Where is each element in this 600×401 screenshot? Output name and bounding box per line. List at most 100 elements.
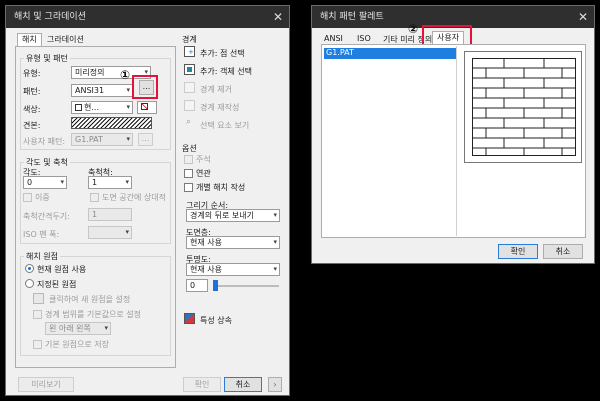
preview-button[interactable]: 미리보기 bbox=[18, 377, 74, 392]
relative-paper-label: 도면 공간에 상대적 bbox=[102, 193, 166, 202]
tab-iso[interactable]: ISO bbox=[357, 34, 371, 43]
store-default-label: 기본 원점으로 저장 bbox=[45, 340, 109, 349]
custom-browse-button[interactable]: ... bbox=[138, 133, 153, 146]
view-selections-label: 선택 요소 보기 bbox=[200, 121, 250, 130]
close-icon[interactable]: ✕ bbox=[578, 6, 588, 28]
draw-order-value: 경계의 뒤로 보내기 bbox=[190, 211, 254, 220]
custom-pattern-combo[interactable]: G1.PAT ▾ bbox=[71, 133, 133, 146]
click-origin-label: 클릭하여 새 원점을 설정 bbox=[49, 295, 131, 304]
no-fill-icon bbox=[141, 103, 148, 110]
current-origin-label: 현재 원점 사용 bbox=[37, 265, 87, 274]
chevron-down-icon: ▾ bbox=[126, 135, 130, 143]
transparency-slider-thumb[interactable] bbox=[213, 280, 218, 291]
transparency-number-input[interactable]: 0 bbox=[186, 279, 208, 292]
associative-checkbox[interactable] bbox=[184, 169, 193, 178]
palette-title: 해치 패턴 팔레트 bbox=[320, 12, 384, 22]
brick-pattern-preview bbox=[472, 58, 576, 156]
transparency-number-value: 0 bbox=[190, 281, 196, 290]
spacing-label: 축척간격두기: bbox=[23, 212, 70, 221]
specified-origin-label: 지정된 원점 bbox=[37, 280, 77, 289]
hatch-gradient-dialog: 해치 및 그라데이션 ✕ 해치 그라데이션 유형 및 패턴 유형: 미리정의 ▾ … bbox=[5, 5, 290, 396]
transparency-combo[interactable]: 현재 사용 ▾ bbox=[186, 263, 280, 276]
current-origin-radio[interactable] bbox=[25, 264, 34, 273]
draw-order-combo[interactable]: 경계의 뒤로 보내기 ▾ bbox=[186, 209, 280, 222]
cancel-button[interactable]: 취소 bbox=[224, 377, 262, 392]
swatch-label: 견본: bbox=[23, 121, 41, 130]
separate-hatches-checkbox[interactable] bbox=[184, 183, 193, 192]
type-pattern-group-label: 유형 및 패턴 bbox=[24, 53, 70, 64]
recreate-boundary-icon[interactable] bbox=[184, 100, 195, 111]
relative-paper-checkbox[interactable] bbox=[90, 193, 99, 202]
layer-value: 현재 사용 bbox=[190, 238, 222, 247]
remove-boundaries-icon[interactable] bbox=[184, 82, 195, 93]
chevron-right-icon: › bbox=[273, 380, 277, 389]
double-checkbox[interactable] bbox=[23, 193, 32, 202]
remove-boundaries-label: 경계 제거 bbox=[200, 85, 232, 94]
pick-points-icon[interactable]: + bbox=[184, 46, 195, 57]
more-options-button[interactable]: › bbox=[268, 377, 282, 392]
chevron-down-icon: ▾ bbox=[126, 103, 130, 111]
boundary-default-checkbox[interactable] bbox=[33, 310, 42, 319]
select-objects-label: 추가: 객체 선택 bbox=[200, 67, 252, 76]
scale-value: 1 bbox=[92, 178, 98, 187]
chevron-down-icon: ▾ bbox=[60, 178, 64, 186]
color-combo-value: 현... bbox=[84, 103, 99, 112]
background-color-combo[interactable] bbox=[137, 101, 157, 114]
callout-number-1: ① bbox=[120, 68, 131, 82]
chevron-down-icon: ▾ bbox=[125, 178, 129, 186]
pattern-swatch-preview[interactable] bbox=[71, 117, 152, 129]
list-item-label: G1.PAT bbox=[326, 48, 354, 57]
close-icon[interactable]: ✕ bbox=[273, 6, 283, 28]
callout-number-2: ② bbox=[408, 22, 419, 36]
separate-hatches-label: 개별 해치 작성 bbox=[196, 183, 246, 192]
transparency-slider-track[interactable] bbox=[213, 285, 279, 287]
inherit-properties-icon[interactable] bbox=[184, 313, 195, 324]
dialog-titlebar: 해치 및 그라데이션 ✕ bbox=[6, 6, 289, 28]
origin-position-value: 왼 아래 왼쪽 bbox=[49, 324, 91, 333]
iso-pen-label: ISO 펜 폭: bbox=[23, 230, 60, 239]
store-default-checkbox[interactable] bbox=[33, 340, 42, 349]
recreate-boundary-label: 경계 재작성 bbox=[200, 103, 240, 112]
tab-ansi[interactable]: ANSI bbox=[324, 34, 343, 43]
click-origin-icon[interactable] bbox=[33, 293, 44, 304]
angle-value: 0 bbox=[27, 178, 33, 187]
callout-box-1 bbox=[132, 75, 158, 99]
palette-cancel-button[interactable]: 취소 bbox=[543, 244, 583, 259]
pattern-combo-value: ANSI31 bbox=[75, 86, 105, 95]
type-combo-value: 미리정의 bbox=[75, 68, 105, 77]
dialog-title: 해치 및 그라데이션 bbox=[14, 12, 86, 22]
options-group-label: 옵션 bbox=[182, 144, 197, 153]
pattern-file-list[interactable] bbox=[323, 46, 457, 236]
iso-pen-combo[interactable]: ▾ bbox=[88, 226, 132, 239]
spacing-input[interactable]: 1 bbox=[88, 208, 132, 221]
layer-combo[interactable]: 현재 사용 ▾ bbox=[186, 236, 280, 249]
annotative-label: 주석 bbox=[196, 155, 211, 164]
custom-pattern-label: 사용자 패턴: bbox=[23, 137, 66, 146]
annotative-checkbox[interactable] bbox=[184, 155, 193, 164]
chevron-down-icon: ▾ bbox=[126, 86, 130, 94]
select-objects-icon[interactable] bbox=[184, 64, 195, 75]
origin-position-combo[interactable]: 왼 아래 왼쪽 ▾ bbox=[45, 322, 111, 335]
inherit-properties-label: 특성 상속 bbox=[200, 316, 232, 325]
color-label: 색상: bbox=[23, 105, 41, 114]
boundary-default-label: 경계 범위를 기본값으로 설정 bbox=[45, 310, 141, 319]
palette-ok-button[interactable]: 확인 bbox=[498, 244, 538, 259]
specified-origin-radio[interactable] bbox=[25, 279, 34, 288]
pick-points-label: 추가: 점 선택 bbox=[200, 49, 245, 58]
ok-button[interactable]: 확인 bbox=[183, 377, 221, 392]
chevron-down-icon: ▾ bbox=[273, 265, 277, 273]
scale-combo[interactable]: 1 ▾ bbox=[88, 176, 132, 189]
transparency-value: 현재 사용 bbox=[190, 265, 222, 274]
hatch-pattern-palette-dialog: 해치 패턴 팔레트 ✕ ANSI ISO 기타 미리 정의 사용자 ② G1.P… bbox=[311, 5, 595, 264]
chevron-down-icon: ▾ bbox=[104, 324, 108, 332]
view-selections-icon[interactable]: ⌕ bbox=[184, 117, 195, 128]
type-label: 유형: bbox=[23, 69, 41, 78]
pattern-combo[interactable]: ANSI31 ▾ bbox=[71, 84, 133, 97]
custom-pattern-value: G1.PAT bbox=[75, 135, 103, 144]
spacing-value: 1 bbox=[92, 210, 98, 219]
color-combo[interactable]: 현... ▾ bbox=[71, 101, 133, 114]
color-swatch bbox=[75, 104, 82, 111]
tab-hatch[interactable]: 해치 bbox=[17, 33, 42, 47]
angle-combo[interactable]: 0 ▾ bbox=[23, 176, 67, 189]
double-label: 이중 bbox=[35, 193, 50, 202]
